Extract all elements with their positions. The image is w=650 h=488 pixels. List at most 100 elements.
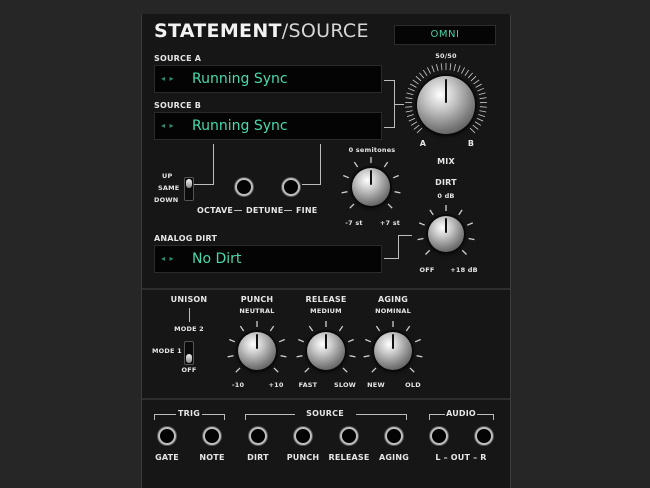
mix-label: MIX <box>437 157 455 166</box>
scale-tick <box>308 325 314 332</box>
omni-mode-display[interactable]: OMNI <box>394 25 496 45</box>
release-min-label: FAST <box>298 381 318 389</box>
audio-out-right-jack[interactable] <box>475 427 493 445</box>
scale-tick <box>470 75 477 82</box>
octave-switch-lever <box>186 179 192 188</box>
scale-tick <box>405 325 411 332</box>
scale-tick <box>458 209 463 216</box>
mix-knob[interactable] <box>417 76 475 134</box>
aging-knob[interactable] <box>374 332 412 370</box>
scale-tick <box>239 325 245 332</box>
audio-out-left-jack[interactable] <box>430 427 448 445</box>
scale-tick <box>273 367 279 373</box>
source-b-selector[interactable]: ◂ ▸ Running Sync <box>154 112 382 140</box>
connector-line-octave-h <box>194 184 214 185</box>
source-a-selector[interactable]: ◂ ▸ Running Sync <box>154 65 382 93</box>
source-b-arrows-icon[interactable]: ◂ ▸ <box>161 113 175 139</box>
scale-tick <box>464 69 470 76</box>
scale-tick <box>417 237 424 241</box>
release-label: RELEASE <box>305 295 347 304</box>
source-a-arrows-icon[interactable]: ◂ ▸ <box>161 66 175 92</box>
audio-group-label: AUDIO <box>446 409 476 418</box>
detune-dash-left <box>234 210 242 211</box>
audio-out-label: L – OUT – R <box>435 453 487 462</box>
scale-tick <box>363 355 370 358</box>
octave-down-label: DOWN <box>154 196 179 204</box>
source-tick-left <box>245 414 246 420</box>
dirt-cv-jack[interactable] <box>249 427 267 445</box>
scale-tick <box>412 79 419 85</box>
source-a-label: SOURCE A <box>154 54 202 63</box>
gate-jack[interactable] <box>158 427 176 445</box>
octave-cv-jack[interactable] <box>235 178 253 196</box>
scale-tick <box>304 367 310 373</box>
unison-switch[interactable] <box>184 341 194 365</box>
audio-line-right <box>477 414 493 415</box>
scale-tick <box>414 338 421 343</box>
scale-tick <box>457 65 461 73</box>
analog-dirt-arrows-icon[interactable]: ◂ ▸ <box>161 246 175 272</box>
punch-jack-label: PUNCH <box>286 453 320 462</box>
scale-tick <box>278 338 285 343</box>
punch-cv-jack[interactable] <box>294 427 312 445</box>
scale-tick <box>406 114 414 118</box>
dirt-knob[interactable] <box>428 216 464 252</box>
note-jack[interactable] <box>203 427 221 445</box>
dirt-max-label: +18 dB <box>450 266 478 274</box>
aging-top-label: NOMINAL <box>375 307 411 315</box>
aging-knob-pointer <box>392 334 394 350</box>
scale-tick <box>387 203 393 209</box>
punch-max-label: +10 <box>268 381 284 389</box>
aging-jack-label: AGING <box>379 453 409 462</box>
release-top-label: MEDIUM <box>310 307 342 315</box>
scale-tick <box>410 121 418 126</box>
detune-knob[interactable] <box>352 168 390 206</box>
mix-bracket-bottom <box>384 127 394 128</box>
scale-tick <box>342 367 348 373</box>
aging-cv-jack[interactable] <box>385 427 403 445</box>
panel-title: STATEMENT/SOURCE <box>154 20 369 42</box>
scale-tick <box>338 325 344 332</box>
unison-label: UNISON <box>170 295 208 304</box>
trig-group-label: TRIG <box>178 409 200 418</box>
detune-cv-jack[interactable] <box>282 178 300 196</box>
scale-tick <box>371 367 377 373</box>
release-cv-jack[interactable] <box>340 427 358 445</box>
detune-dash-right <box>284 210 292 211</box>
octave-switch[interactable] <box>184 177 194 201</box>
scale-tick <box>405 106 413 108</box>
detune-top-label: 0 semitones <box>348 146 396 154</box>
audio-line-left <box>429 414 445 415</box>
scale-tick <box>227 355 234 358</box>
dirt-top-label: 0 dB <box>437 192 455 200</box>
dirt-label: DIRT <box>435 178 457 187</box>
scale-tick <box>472 124 479 130</box>
release-knob[interactable] <box>307 332 345 370</box>
scale-tick <box>296 355 303 358</box>
detune-min-label: -7 st <box>345 219 363 227</box>
scale-tick <box>405 97 413 100</box>
unison-mode1-label: MODE 1 <box>152 347 182 355</box>
detune-label: DETUNE <box>246 206 284 215</box>
dirt-jack-label: DIRT <box>247 453 269 462</box>
analog-dirt-selector[interactable]: ◂ ▸ No Dirt <box>154 245 382 273</box>
scale-tick <box>407 87 415 92</box>
analog-dirt-value: No Dirt <box>192 251 242 267</box>
section-divider-1 <box>142 288 510 290</box>
connector-line-fine <box>320 144 321 185</box>
scale-tick <box>478 114 486 118</box>
dirt-knob-pointer <box>445 218 447 233</box>
source-a-value: Running Sync <box>192 71 288 87</box>
scale-tick <box>416 127 423 134</box>
scale-tick <box>409 367 415 373</box>
audio-tick-right <box>493 414 494 420</box>
scale-tick <box>413 124 420 130</box>
punch-knob[interactable] <box>238 332 276 370</box>
scale-tick <box>392 174 399 179</box>
scale-tick <box>440 63 443 71</box>
scale-tick <box>280 355 287 358</box>
note-label: NOTE <box>199 453 225 462</box>
dirt-connector-h <box>384 258 398 259</box>
unison-mode2-label: MODE 2 <box>174 325 204 333</box>
mix-knob-pointer <box>445 79 447 103</box>
